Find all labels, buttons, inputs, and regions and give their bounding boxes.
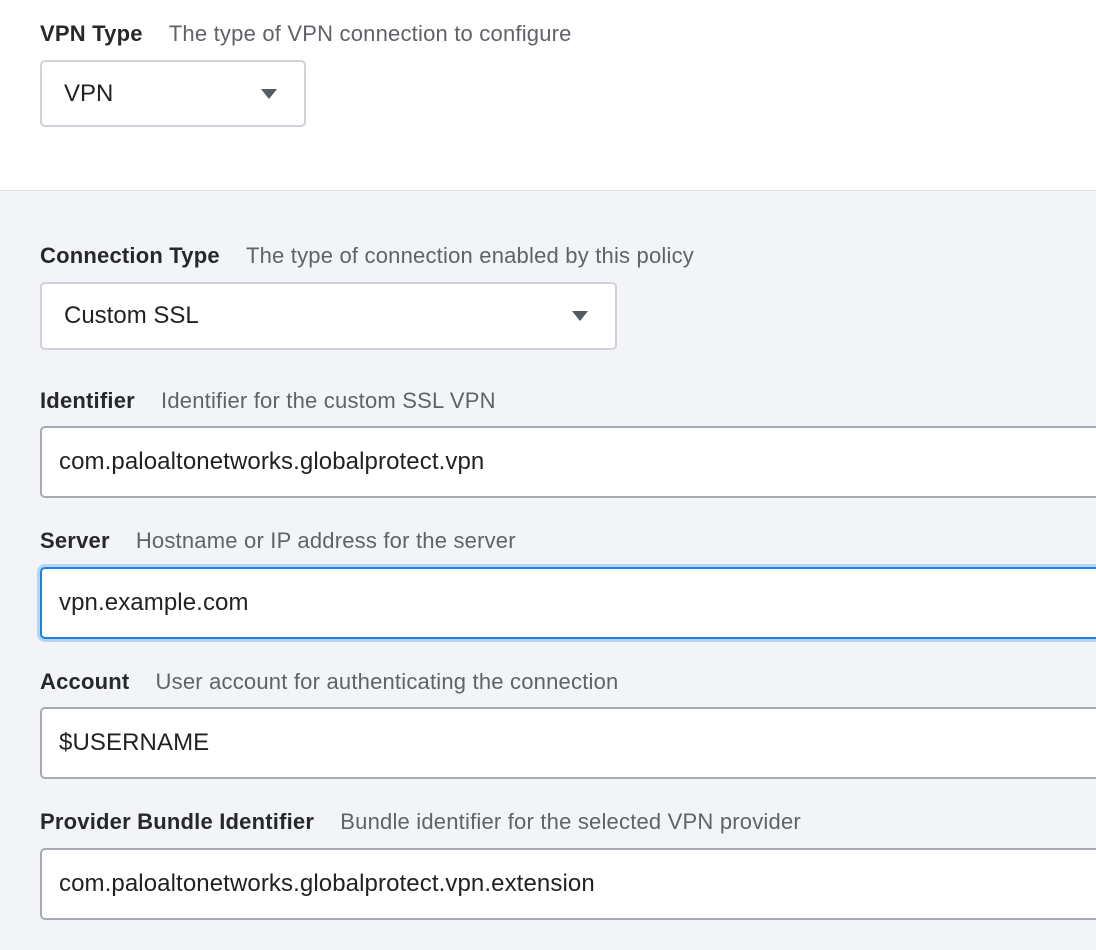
vpn-type-selected-value: VPN bbox=[64, 79, 114, 107]
server-value: vpn.example.com bbox=[59, 589, 249, 616]
identifier-input[interactable]: com.paloaltonetworks.globalprotect.vpn bbox=[40, 426, 1096, 498]
chevron-down-icon bbox=[261, 88, 277, 99]
account-input[interactable]: $USERNAME bbox=[40, 707, 1096, 779]
provider-bundle-label: Provider Bundle Identifier bbox=[40, 809, 315, 834]
vpn-type-label-row: VPN Type The type of VPN connection to c… bbox=[40, 21, 572, 47]
provider-bundle-value: com.paloaltonetworks.globalprotect.vpn.e… bbox=[59, 870, 595, 897]
vpn-type-label: VPN Type bbox=[40, 21, 143, 46]
server-input[interactable]: vpn.example.com bbox=[40, 567, 1096, 639]
identifier-label-row: Identifier Identifier for the custom SSL… bbox=[40, 388, 496, 414]
identifier-label: Identifier bbox=[40, 388, 135, 413]
server-label-row: Server Hostname or IP address for the se… bbox=[40, 528, 516, 554]
connection-type-description: The type of connection enabled by this p… bbox=[245, 243, 695, 268]
server-description: Hostname or IP address for the server bbox=[135, 528, 516, 553]
provider-bundle-label-row: Provider Bundle Identifier Bundle identi… bbox=[40, 809, 801, 835]
provider-bundle-description: Bundle identifier for the selected VPN p… bbox=[340, 809, 801, 834]
connection-type-label-row: Connection Type The type of connection e… bbox=[40, 243, 694, 269]
connection-type-select[interactable]: Custom SSL bbox=[40, 282, 617, 350]
identifier-description: Identifier for the custom SSL VPN bbox=[161, 388, 496, 413]
connection-type-selected-value: Custom SSL bbox=[64, 302, 199, 329]
chevron-down-icon bbox=[572, 311, 588, 321]
account-value: $USERNAME bbox=[59, 729, 210, 756]
provider-bundle-input[interactable]: com.paloaltonetworks.globalprotect.vpn.e… bbox=[40, 848, 1096, 920]
vpn-type-select[interactable]: VPN bbox=[40, 60, 306, 127]
identifier-value: com.paloaltonetworks.globalprotect.vpn bbox=[59, 448, 485, 475]
vpn-type-section: VPN Type The type of VPN connection to c… bbox=[0, 0, 1096, 191]
server-value-wrap: vpn.example.com bbox=[59, 589, 249, 617]
vpn-type-description: The type of VPN connection to configure bbox=[168, 21, 572, 46]
connection-type-label: Connection Type bbox=[40, 243, 220, 268]
account-label: Account bbox=[40, 669, 130, 694]
server-label: Server bbox=[40, 528, 110, 553]
account-label-row: Account User account for authenticating … bbox=[40, 669, 618, 695]
account-description: User account for authenticating the conn… bbox=[155, 669, 619, 694]
